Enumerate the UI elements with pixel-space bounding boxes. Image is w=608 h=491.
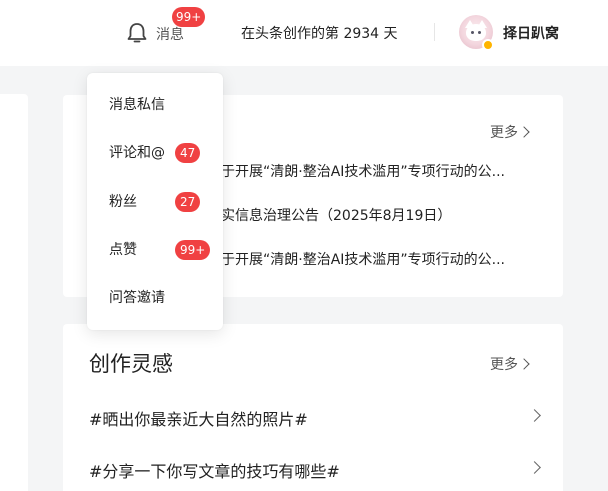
chevron-right-icon [518,358,530,370]
dropdown-item-private-messages[interactable]: 消息私信 [109,95,209,115]
left-panel [0,94,28,491]
username[interactable]: 择日趴窝 [503,23,559,43]
dropdown-item-label: 粉丝 [109,194,137,210]
likes-count-badge: 99+ [175,240,211,260]
avatar[interactable] [459,15,494,51]
topic-item[interactable]: #分享一下你写文章的技巧有哪些# [89,458,541,482]
dropdown-item-label: 点赞 [109,242,137,258]
inspiration-more-label: 更多 [490,357,518,373]
top-bar: 消息 99+ 在头条创作的第 2934 天 择日趴窝 [0,0,608,66]
fans-count-badge: 27 [175,192,201,212]
dropdown-item-fans[interactable]: 粉丝 27 [109,192,209,212]
announcements-more-link[interactable]: 更多 [490,122,530,142]
chevron-right-icon [518,126,530,138]
avatar-verified-badge [482,39,494,51]
inspiration-title: 创作灵感 [89,352,173,376]
messages-label: 消息 [156,27,184,43]
dropdown-item-label: 问答邀请 [109,290,165,306]
avatar-face [466,24,486,41]
messages-badge: 99+ [172,7,206,27]
chevron-right-icon [528,409,541,422]
inspiration-more-link[interactable]: 更多 [490,354,530,374]
avatar-eye-left [471,31,474,34]
topic-label: #分享一下你写文章的技巧有哪些# [89,462,340,481]
topic-label: #晒出你最亲近大自然的照片# [89,410,308,429]
dropdown-item-label: 评论和@ [109,145,165,161]
dropdown-item-label: 消息私信 [109,97,165,113]
dropdown-item-comments[interactable]: 评论和@ 47 [109,143,209,163]
messages-dropdown: 消息私信 评论和@ 47 粉丝 27 点赞 99+ 问答邀请 [87,73,223,330]
announcements-more-label: 更多 [490,125,518,141]
inspiration-card: 创作灵感 更多 #晒出你最亲近大自然的照片# #分享一下你写文章的技巧有哪些# [63,324,563,491]
header-divider [434,23,435,41]
announcement-item[interactable]: 于开展“清朗·整治AI技术滥用”专项行动的公... [221,249,541,269]
bell-icon [127,23,147,43]
dropdown-item-qa-invites[interactable]: 问答邀请 [109,288,209,308]
creation-days-text: 在头条创作的第 2934 天 [241,26,398,42]
announcement-item[interactable]: 于开展“清朗·整治AI技术滥用”专项行动的公... [221,161,541,181]
dropdown-item-likes[interactable]: 点赞 99+ [109,240,211,260]
chevron-right-icon [528,461,541,474]
comments-count-badge: 47 [175,143,201,163]
announcement-item[interactable]: 实信息治理公告（2025年8月19日） [221,205,541,225]
topic-item[interactable]: #晒出你最亲近大自然的照片# [89,406,541,430]
avatar-eye-right [478,31,481,34]
